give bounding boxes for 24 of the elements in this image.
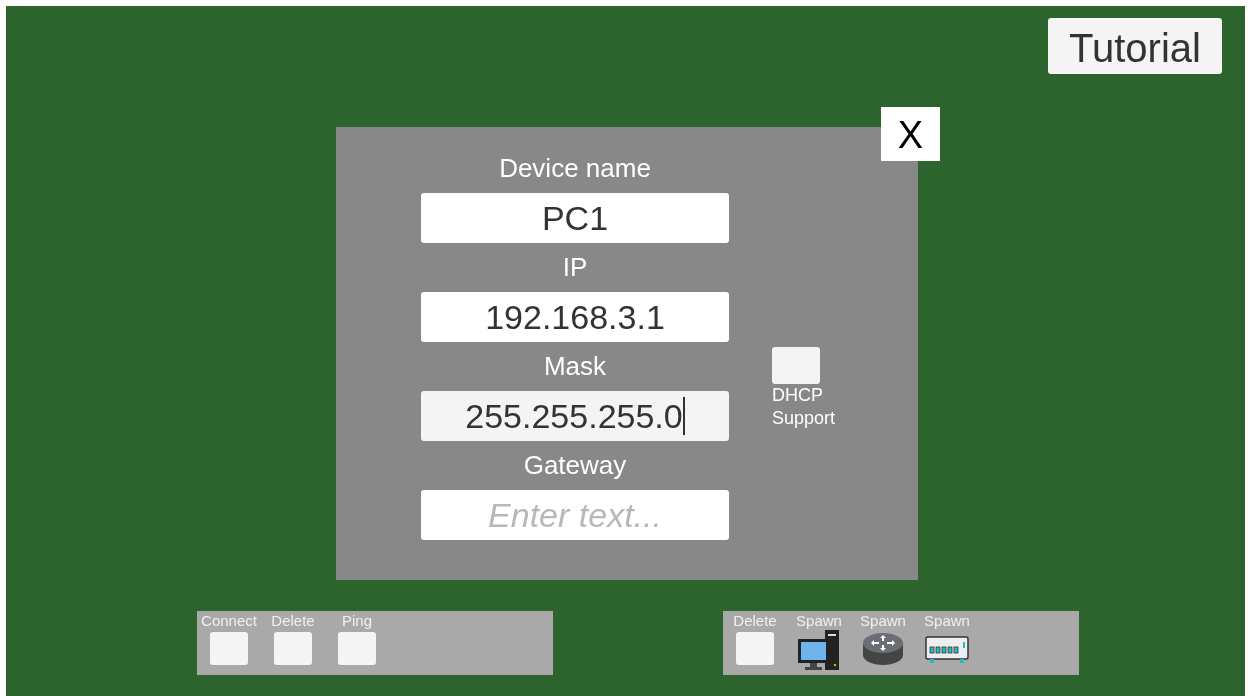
toolbar-label: Ping	[342, 612, 372, 629]
field-label: IP	[561, 251, 589, 284]
tutorial-button[interactable]: Tutorial	[1048, 18, 1222, 74]
toolbar-label: Spawn	[924, 612, 970, 629]
toolbar-button[interactable]	[274, 632, 312, 665]
text-input-field[interactable]: 255.255.255.0	[421, 391, 729, 441]
field-label: Gateway	[522, 449, 628, 482]
toolbar-label: Spawn	[796, 612, 842, 629]
toolbar-label: Connect	[201, 612, 257, 629]
toolbar-label: Delete	[271, 612, 315, 629]
computer-icon[interactable]	[797, 629, 841, 671]
field-label: Device name	[498, 152, 652, 185]
text-input-field[interactable]: 192.168.3.1	[421, 292, 729, 342]
dhcp-checkbox[interactable]	[772, 347, 820, 384]
field-label: Mask	[542, 350, 608, 383]
toolbar-button[interactable]	[338, 632, 376, 665]
toolbar-button[interactable]	[736, 632, 774, 665]
dhcp-label: DHCP Support	[772, 384, 837, 430]
toolbar-label: Spawn	[860, 612, 906, 629]
network-switch-icon[interactable]	[925, 635, 969, 665]
text-input-field[interactable]: PC1	[421, 193, 729, 243]
toolbar-button[interactable]	[210, 632, 248, 665]
close-button[interactable]: X	[881, 107, 940, 161]
toolbar-label: Delete	[733, 612, 777, 629]
